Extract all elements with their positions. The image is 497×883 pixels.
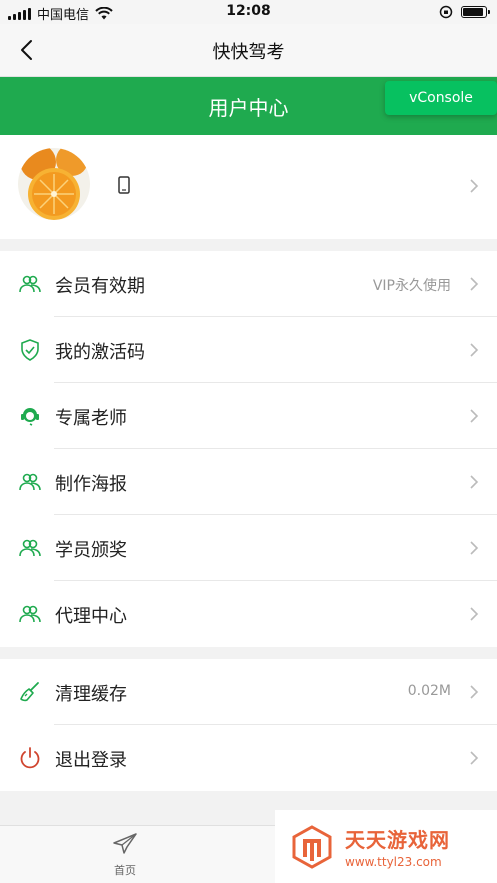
menu-label: 退出登录 <box>55 750 127 771</box>
shield-check-icon <box>21 339 39 361</box>
tab-home[interactable]: 首页 <box>100 832 150 882</box>
menu-item-activation-code[interactable]: 我的激活码 <box>0 317 497 383</box>
chevron-right-icon <box>470 685 479 699</box>
chevron-right-icon <box>470 541 479 555</box>
watermark-text: 天天游戏网 www.ttyl23.com <box>345 824 450 869</box>
headset-icon <box>21 408 39 426</box>
cache-size: 0.02M <box>407 683 451 699</box>
menu-item-logout[interactable]: 退出登录 <box>0 725 497 791</box>
menu-group-account: 会员有效期 VIP永久使用 我的激活码 专属老师 制作海报 学员颁奖 代理中心 <box>0 251 497 647</box>
battery-fill <box>463 8 483 16</box>
menu-value: VIP永久使用 <box>372 278 451 294</box>
phone-icon <box>118 176 130 194</box>
chevron-right-icon <box>470 179 479 193</box>
power-icon <box>20 747 40 769</box>
tab-home-label: 首页 <box>114 864 136 877</box>
chevron-right-icon <box>470 607 479 621</box>
users-icon <box>19 275 41 293</box>
orange-avatar-image <box>18 148 90 220</box>
paper-plane-icon <box>113 833 137 854</box>
nav-bar: 快快驾考 <box>0 24 497 77</box>
users-icon <box>19 539 41 557</box>
menu-item-teacher[interactable]: 专属老师 <box>0 383 497 449</box>
watermark-url: www.ttyl23.com <box>345 855 442 869</box>
profile-card[interactable] <box>0 135 497 239</box>
menu-label: 代理中心 <box>55 606 127 627</box>
menu-item-membership[interactable]: 会员有效期 VIP永久使用 <box>0 251 497 317</box>
chevron-right-icon <box>470 409 479 423</box>
menu-label: 制作海报 <box>55 474 127 495</box>
status-bar: 中国电信 12:08 <box>0 0 497 24</box>
menu-group-system: 清理缓存 0.02M 退出登录 <box>0 659 497 791</box>
menu-item-awards[interactable]: 学员颁奖 <box>0 515 497 581</box>
battery-icon <box>461 6 490 18</box>
menu-label: 清理缓存 <box>55 684 127 705</box>
menu-label: 我的激活码 <box>55 342 145 363</box>
menu-label: 会员有效期 <box>55 276 145 297</box>
orientation-lock-icon <box>439 5 453 19</box>
menu-item-poster[interactable]: 制作海报 <box>0 449 497 515</box>
users-icon <box>19 473 41 491</box>
chevron-right-icon <box>470 343 479 357</box>
menu-item-clear-cache[interactable]: 清理缓存 0.02M <box>0 659 497 725</box>
vconsole-button[interactable]: vConsole <box>385 81 497 115</box>
chevron-right-icon <box>470 475 479 489</box>
chevron-right-icon <box>470 751 479 765</box>
avatar[interactable] <box>18 148 90 220</box>
status-right <box>439 5 490 19</box>
menu-label: 专属老师 <box>55 408 127 429</box>
page-title: 快快驾考 <box>212 42 285 63</box>
watermark-logo <box>292 824 332 869</box>
chevron-right-icon <box>470 277 479 291</box>
menu-item-agent-center[interactable]: 代理中心 <box>0 581 497 647</box>
watermark: 天天游戏网 www.ttyl23.com <box>275 810 497 883</box>
users-icon <box>19 605 41 623</box>
broom-icon <box>20 682 39 702</box>
menu-label: 学员颁奖 <box>55 540 127 561</box>
watermark-title: 天天游戏网 <box>345 828 450 852</box>
status-time: 12:08 <box>226 3 271 19</box>
